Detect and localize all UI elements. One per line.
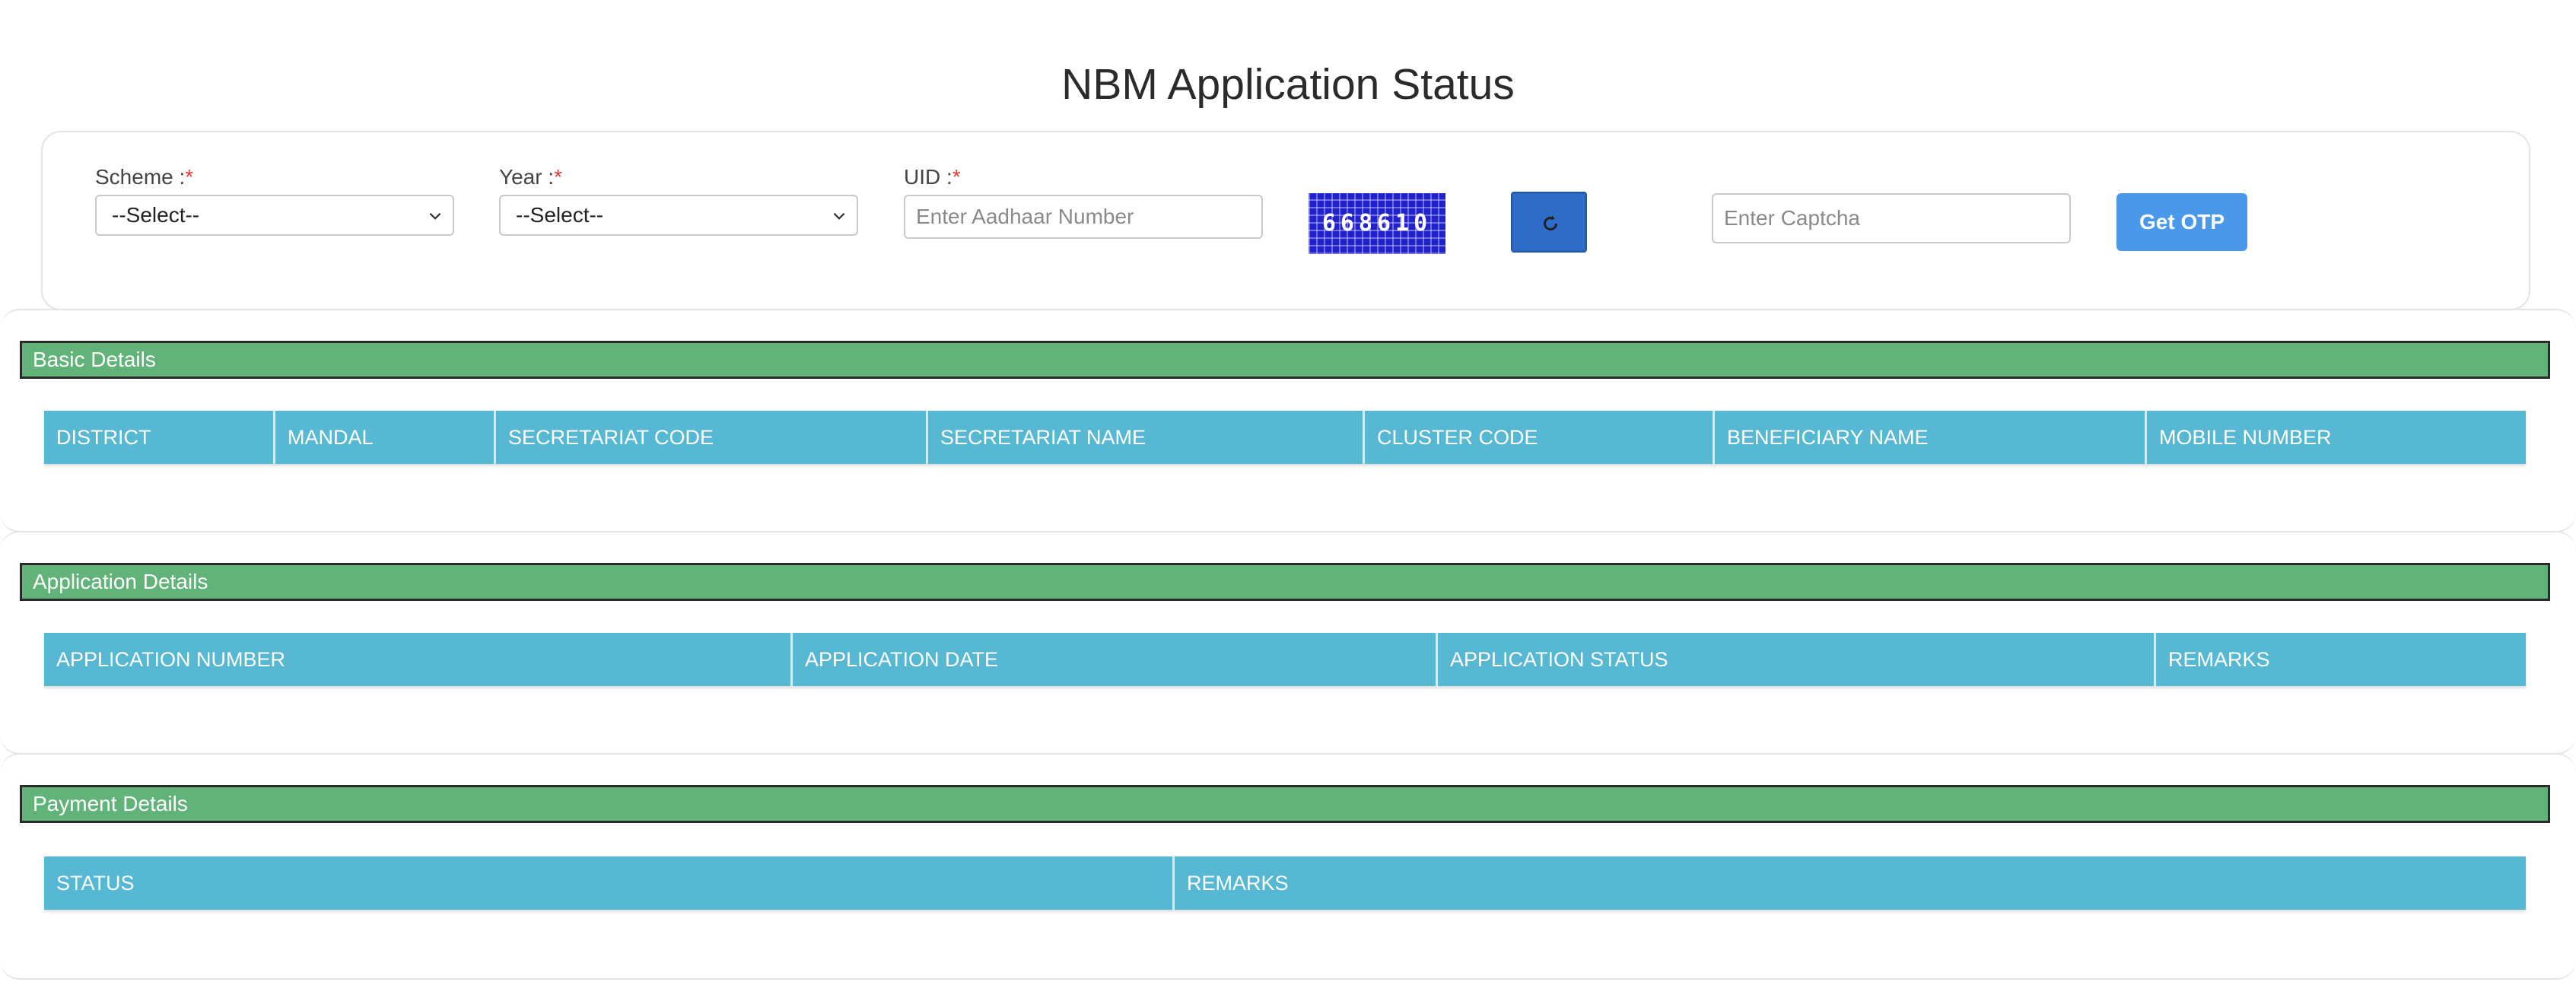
aadhaar-input[interactable] — [904, 195, 1263, 239]
basic-details-table-header: DISTRICT MANDAL SECRETARIAT CODE SECRETA… — [44, 411, 2526, 464]
year-select[interactable]: --Select-- — [499, 195, 858, 236]
captcha-input[interactable] — [1712, 193, 2071, 243]
application-details-table-header: APPLICATION NUMBER APPLICATION DATE APPL… — [44, 633, 2526, 686]
column-header: SECRETARIAT CODE — [496, 411, 928, 464]
payment-details-header: Payment Details — [20, 785, 2550, 823]
captcha-code: 668610 — [1321, 210, 1433, 237]
application-details-header: Application Details — [20, 563, 2550, 601]
payment-details-table-header: STATUS REMARKS — [44, 856, 2526, 910]
uid-label-text: UID : — [904, 165, 952, 189]
column-header: MOBILE NUMBER — [2159, 426, 2332, 449]
refresh-icon — [1544, 215, 1557, 230]
column-header: SECRETARIAT NAME — [928, 411, 1365, 464]
chevron-down-icon — [429, 212, 441, 220]
column-header: APPLICATION DATE — [793, 633, 1438, 686]
year-required-mark: * — [554, 165, 563, 189]
column-header: MANDAL — [275, 411, 496, 464]
column-header: REMARKS — [1187, 872, 1289, 895]
year-label: Year :* — [499, 164, 562, 190]
column-header: APPLICATION STATUS — [1438, 633, 2156, 686]
column-header: DISTRICT — [44, 411, 275, 464]
column-header: BENEFICIARY NAME — [1715, 411, 2147, 464]
get-otp-button[interactable]: Get OTP — [2116, 193, 2247, 251]
year-label-text: Year : — [499, 165, 555, 189]
captcha-image: 668610 — [1309, 193, 1445, 254]
uid-required-mark: * — [952, 165, 961, 189]
column-header: STATUS — [44, 856, 1175, 910]
column-header: APPLICATION NUMBER — [44, 633, 793, 686]
scheme-label-text: Scheme : — [95, 165, 186, 189]
scheme-select[interactable]: --Select-- — [95, 195, 454, 236]
scheme-required-mark: * — [185, 165, 194, 189]
scheme-select-value: --Select-- — [112, 203, 200, 227]
column-header: REMARKS — [2168, 648, 2270, 671]
basic-details-header: Basic Details — [20, 341, 2550, 379]
scheme-label: Scheme :* — [95, 164, 193, 190]
column-header: CLUSTER CODE — [1365, 411, 1715, 464]
chevron-down-icon — [833, 212, 845, 220]
refresh-captcha-button[interactable] — [1511, 192, 1587, 253]
page-title: NBM Application Status — [1061, 60, 1515, 110]
year-select-value: --Select-- — [516, 203, 604, 227]
uid-label: UID :* — [904, 164, 961, 190]
